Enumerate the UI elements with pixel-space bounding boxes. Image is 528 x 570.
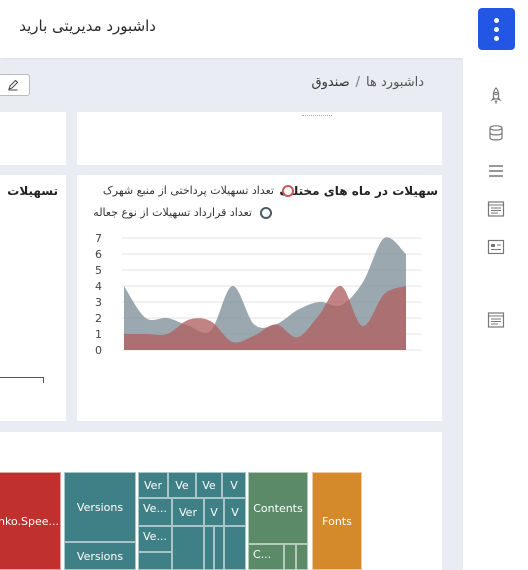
legend-marker-gray: [260, 206, 272, 219]
top-bar: داشبورد مدیریتی بارید: [0, 0, 528, 58]
area-chart-card: سهیلات در ماه های مختلف تعداد تسهیلات پر…: [77, 175, 442, 421]
legend-label: تعداد قرارداد تسهیلات از نوع جعاله: [93, 206, 252, 219]
treemap-tile[interactable]: V: [222, 472, 246, 498]
left-chart-axis-tick: [43, 377, 44, 383]
treemap-tile[interactable]: Ve...: [138, 498, 172, 526]
truncated-text-fragment: [302, 110, 332, 116]
treemap-tile-label: Fonts: [322, 514, 352, 528]
legend-item-series-2[interactable]: تعداد قرارداد تسهیلات از نوع جعاله: [93, 206, 272, 219]
treemap-tile-label: Ver: [144, 478, 162, 492]
treemap-tile-label: Ver: [179, 505, 197, 519]
rocket-icon[interactable]: [487, 86, 505, 104]
left-chart-title: تسهیلات: [7, 184, 58, 198]
treemap-tile[interactable]: Fonts: [312, 472, 362, 570]
y-tick-label: 3: [95, 296, 102, 309]
treemap-tile-label: Versions: [76, 500, 124, 514]
left-chart-card: تسهیلات: [0, 175, 66, 421]
treemap-tile-label: V: [231, 505, 239, 519]
y-tick-label: 7: [95, 232, 102, 245]
treemap-tile-label: Ve...: [143, 530, 167, 543]
y-tick-label: 4: [95, 280, 102, 293]
area-chart-svg: 0 1 2 3 4 5 6 7: [95, 232, 421, 357]
treemap-tile-label: Contents: [253, 501, 303, 515]
list-icon[interactable]: [487, 162, 505, 180]
treemap-cell[interactable]: [204, 526, 214, 570]
menu-button[interactable]: [478, 8, 515, 50]
y-tick-label: 0: [95, 344, 102, 357]
pencil-icon: [8, 79, 19, 91]
left-chart-axis: [0, 377, 44, 378]
y-tick-label: 1: [95, 328, 102, 341]
chart-title: سهیلات در ماه های مختلف: [279, 184, 438, 198]
treemap-cell[interactable]: [296, 544, 308, 570]
more-vertical-icon-dot: [494, 35, 499, 41]
treemap-tile-label: V: [210, 505, 218, 519]
breadcrumb-current: صندوق: [311, 75, 350, 90]
treemap-cell[interactable]: [172, 526, 204, 570]
treemap-tile[interactable]: Ve...: [138, 526, 172, 552]
treemap-tile[interactable]: Ver: [172, 498, 204, 526]
legend-label: تعداد تسهیلات پرداختی از منبع شهرک: [102, 184, 274, 197]
treemap-tile-label: Ve: [175, 478, 189, 492]
treemap-tile-label: V: [230, 478, 238, 492]
treemap-cell[interactable]: [284, 544, 296, 570]
more-vertical-icon-dot: [494, 26, 499, 32]
breadcrumb-home-link[interactable]: داشبورد ها: [366, 75, 424, 90]
database-icon[interactable]: [487, 124, 505, 142]
card-top-left: [0, 112, 66, 165]
treemap-tile[interactable]: Contents: [248, 472, 308, 544]
more-vertical-icon: [494, 17, 499, 23]
y-tick-label: 5: [95, 264, 102, 277]
treemap-tile[interactable]: Versions: [64, 472, 136, 542]
id-card-icon[interactable]: [487, 238, 505, 256]
treemap-tile[interactable]: V: [224, 498, 246, 526]
card-top-right: [77, 112, 442, 165]
treemap-tile[interactable]: C...: [248, 544, 284, 570]
treemap-tile[interactable]: nko.Spee...: [0, 472, 61, 570]
treemap-tile-label: Ve...: [143, 502, 167, 515]
y-tick-label: 6: [95, 248, 102, 261]
treemap-tile-label: Versions: [76, 549, 124, 563]
treemap-tile-label: C...: [253, 548, 272, 561]
legend-item-series-1[interactable]: تعداد تسهیلات پرداختی از منبع شهرک: [103, 184, 294, 197]
treemap-tile[interactable]: Ve: [168, 472, 196, 498]
treemap-cell[interactable]: [214, 526, 224, 570]
treemap-tile[interactable]: Ve: [196, 472, 222, 498]
edit-button[interactable]: [0, 74, 30, 96]
legend-marker-red: [282, 184, 294, 197]
document-icon[interactable]: [487, 311, 505, 329]
report-icon[interactable]: [487, 200, 505, 218]
app-title: داشبورد مدیریتی بارید: [19, 17, 156, 35]
treemap-cell[interactable]: [138, 552, 172, 570]
breadcrumb-separator: /: [355, 75, 361, 90]
treemap-tile[interactable]: V: [204, 498, 224, 526]
treemap-tile[interactable]: Ver: [138, 472, 168, 498]
sidebar-rail: [463, 58, 528, 570]
breadcrumb: داشبورد ها / صندوق: [312, 75, 425, 90]
treemap-cell[interactable]: [224, 526, 246, 570]
treemap-tile-label: Ve: [202, 478, 216, 492]
y-tick-label: 2: [95, 312, 102, 325]
breadcrumb-row: داشبورد ها / صندوق: [0, 60, 450, 105]
treemap-tile[interactable]: Versions: [64, 542, 136, 570]
treemap-tile-label: nko.Spee...: [0, 514, 59, 528]
